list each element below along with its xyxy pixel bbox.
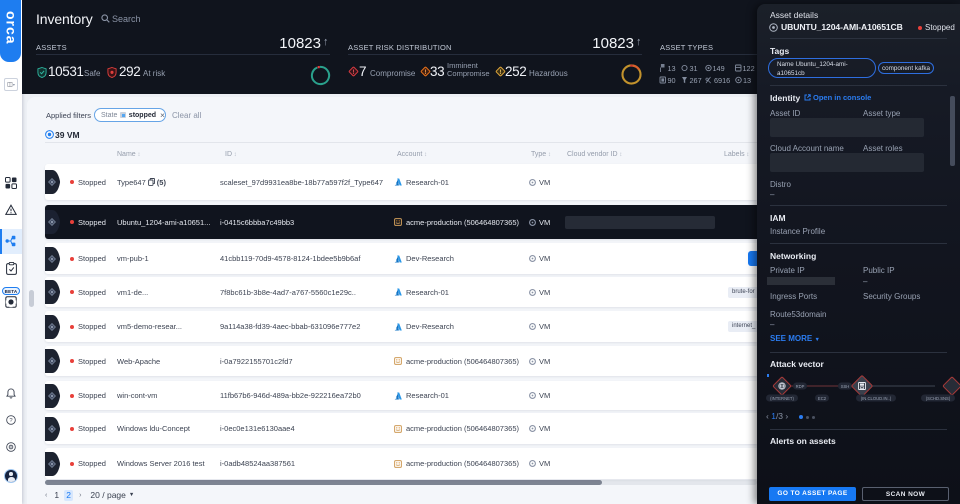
- svg-text:RDP: RDP: [796, 384, 805, 389]
- svg-text:13: 13: [743, 76, 751, 85]
- svg-text:6916: 6916: [714, 76, 730, 85]
- svg-text:!: !: [499, 69, 501, 76]
- svg-text:267: 267: [690, 76, 702, 85]
- svg-text:!: !: [424, 69, 426, 76]
- svg-text:SSH: SSH: [841, 384, 850, 389]
- svg-text:(IN.CLOUD.IN..): (IN.CLOUD.IN..): [861, 396, 892, 401]
- svg-text:13: 13: [668, 64, 676, 73]
- svg-text:?: ?: [9, 418, 13, 424]
- svg-text:EC2: EC2: [818, 396, 827, 401]
- svg-text:(INTERNET): (INTERNET): [770, 396, 794, 401]
- svg-text:90: 90: [668, 76, 676, 85]
- svg-text:149: 149: [713, 64, 725, 73]
- svg-text:(SCHD.SNS): (SCHD.SNS): [926, 396, 951, 401]
- svg-text:122: 122: [743, 64, 755, 73]
- svg-text:!: !: [352, 69, 354, 76]
- svg-text:31: 31: [690, 64, 698, 73]
